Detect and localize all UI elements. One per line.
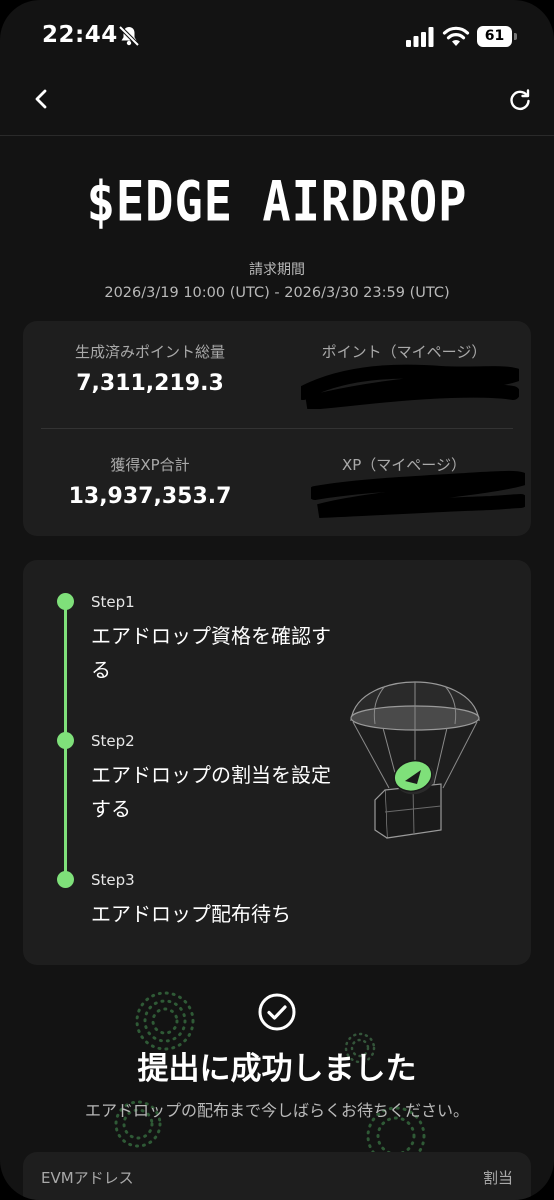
parachute-box-icon bbox=[350, 681, 480, 839]
step-dot bbox=[57, 871, 74, 888]
battery-cap bbox=[514, 33, 517, 40]
step-text: エアドロップ資格を確認する bbox=[91, 624, 331, 682]
total-points-value: 7,311,219.3 bbox=[76, 371, 224, 396]
evm-address-header: EVMアドレス bbox=[41, 1169, 134, 1187]
redaction-scribble bbox=[301, 364, 519, 409]
step-number: Step2 bbox=[91, 732, 135, 750]
status-bar: 22:44 61 bbox=[0, 0, 554, 70]
signal-icon bbox=[406, 27, 434, 47]
status-time: 22:44 bbox=[42, 22, 118, 48]
my-points-label: ポイント（マイページ） bbox=[321, 343, 487, 361]
redaction-scribble bbox=[311, 470, 525, 518]
refresh-icon[interactable] bbox=[506, 86, 534, 114]
step-text: エアドロップの割当を設定する bbox=[91, 763, 331, 821]
stats-card: 生成済みポイント総量 7,311,219.3 ポイント（マイページ） 獲得XP合… bbox=[23, 321, 531, 536]
nav-bar bbox=[0, 70, 554, 136]
step-dot bbox=[57, 593, 74, 610]
app-screen: 22:44 61 $EDGE AIRDROP 請求期間 2026/3/19 10… bbox=[0, 0, 554, 1200]
page-title: $EDGE AIRDROP bbox=[86, 170, 468, 235]
total-points-label: 生成済みポイント総量 bbox=[74, 343, 225, 361]
wifi-icon bbox=[442, 26, 470, 46]
success-title: 提出に成功しました bbox=[137, 1051, 417, 1087]
address-table: EVMアドレス 割当 bbox=[23, 1152, 531, 1200]
bell-slash-icon bbox=[118, 25, 140, 47]
step-number: Step1 bbox=[91, 593, 135, 611]
battery-icon: 61 bbox=[477, 26, 517, 47]
battery-level: 61 bbox=[477, 26, 512, 47]
step-dot bbox=[57, 732, 74, 749]
claim-period-value: 2026/3/19 10:00 (UTC) - 2026/3/30 23:59 … bbox=[104, 285, 450, 301]
check-circle-icon bbox=[258, 993, 296, 1031]
steps-card: Step1 エアドロップ資格を確認する Step2 エアドロップの割当を設定する… bbox=[23, 560, 531, 965]
chevron-left-icon[interactable] bbox=[28, 84, 54, 114]
stats-divider bbox=[41, 428, 513, 429]
claim-period-label: 請求期間 bbox=[249, 262, 305, 278]
success-subtitle: エアドロップの配布まで今しばらくお待ちください。 bbox=[84, 1101, 469, 1120]
total-xp-value: 13,937,353.7 bbox=[68, 484, 232, 509]
step-number: Step3 bbox=[91, 871, 135, 889]
step-text: エアドロップ配布待ち bbox=[91, 902, 291, 926]
total-xp-label: 獲得XP合計 bbox=[110, 456, 190, 474]
allocation-header: 割当 bbox=[482, 1169, 513, 1187]
